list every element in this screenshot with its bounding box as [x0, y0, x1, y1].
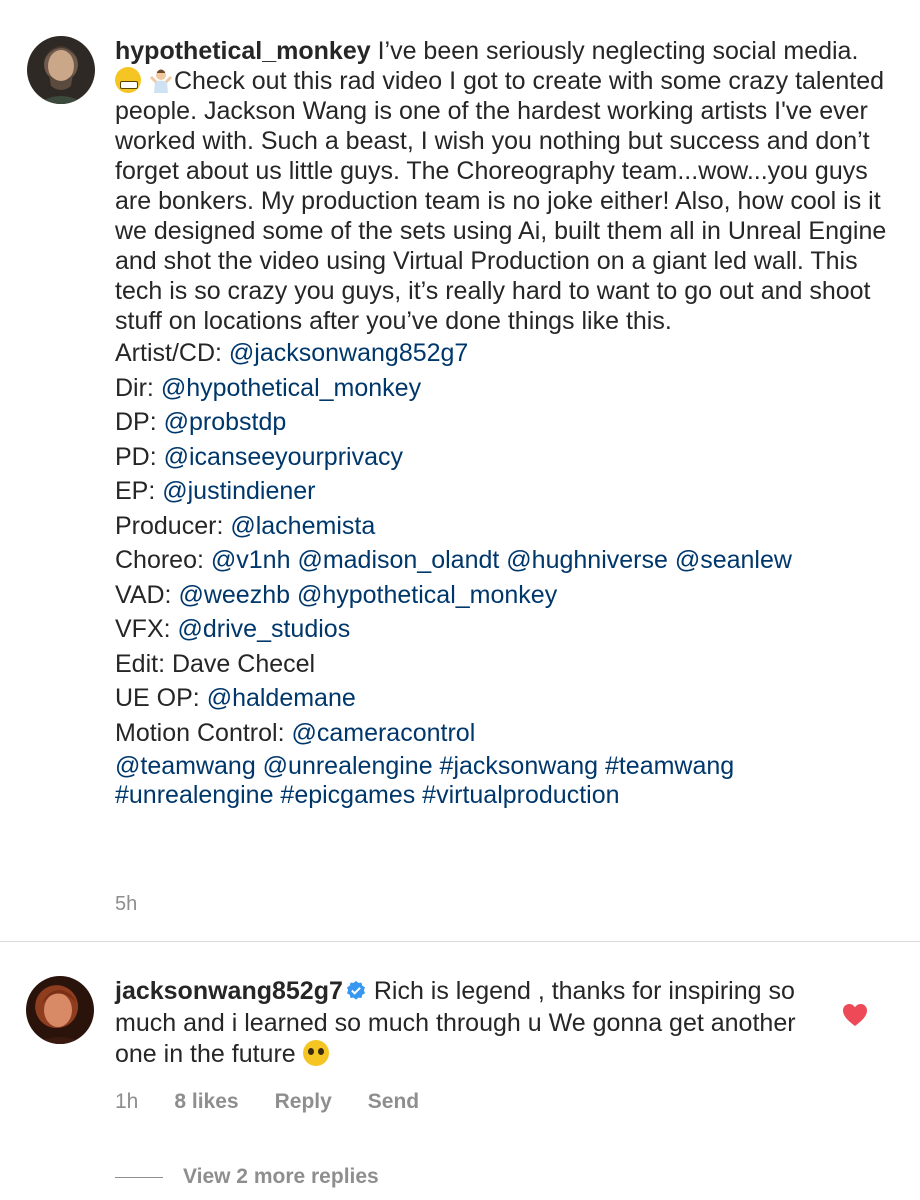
- credit-line: Dir: @hypothetical_monkey: [115, 371, 890, 406]
- credit-handle-link[interactable]: @hypothetical_monkey: [297, 581, 557, 609]
- credit-label: EP:: [115, 477, 163, 505]
- credit-line: VFX: @drive_studios: [115, 612, 890, 647]
- more-replies-line: [115, 1176, 163, 1178]
- reply-author-username[interactable]: jacksonwang852g7: [115, 977, 343, 1005]
- divider: [0, 941, 920, 942]
- credit-handle-link[interactable]: @haldemane: [207, 684, 356, 712]
- credit-label: VFX:: [115, 615, 178, 643]
- send-button[interactable]: Send: [368, 1087, 419, 1117]
- tags-line-2[interactable]: #unrealengine #epicgames #virtualproduct…: [115, 781, 620, 809]
- credit-label: Edit: Dave Checel: [115, 649, 316, 678]
- credit-line: Choreo: @v1nh @madison_olandt @hughniver…: [115, 543, 890, 578]
- credit-label: UE OP:: [115, 684, 207, 712]
- credit-label: Dir:: [115, 373, 161, 402]
- reply-timestamp: 1h: [115, 1090, 139, 1113]
- reply-comment: jacksonwang852g7 Rich is legend , thanks…: [115, 976, 835, 1071]
- credit-line: VAD: @weezhb @hypothetical_monkey: [115, 578, 890, 613]
- credit-line: Producer: @lachemista: [115, 509, 890, 544]
- credit-handle-link[interactable]: @hughniverse: [506, 546, 668, 574]
- credit-label: Artist/CD:: [115, 339, 229, 367]
- grimacing-face-emoji-icon: [115, 67, 141, 93]
- pleading-face-emoji-icon: [302, 1040, 329, 1066]
- reply-actions: 1h 8 likes Reply Send: [115, 1087, 455, 1117]
- post-timestamp: 5h: [115, 893, 138, 915]
- credit-label: VAD:: [115, 580, 179, 609]
- credit-handle-link[interactable]: @seanlew: [675, 546, 792, 574]
- credit-handle-link[interactable]: @jacksonwang852g7: [229, 339, 468, 367]
- credit-line: UE OP: @haldemane: [115, 681, 890, 716]
- credit-handle-link[interactable]: @drive_studios: [178, 615, 351, 643]
- hashtags-block: @teamwang @unrealengine #jacksonwang #te…: [115, 752, 890, 810]
- post-author-username[interactable]: hypothetical_monkey: [115, 37, 371, 65]
- credit-line: PD: @icanseeyourprivacy: [115, 440, 890, 475]
- credit-label: DP:: [115, 408, 164, 436]
- credit-handle-link[interactable]: @v1nh: [211, 546, 291, 574]
- post-caption: hypothetical_monkey I’ve been seriously …: [115, 36, 890, 810]
- reply-likes-count[interactable]: 8 likes: [174, 1087, 238, 1117]
- credit-line: DP: @probstdp: [115, 405, 890, 440]
- credit-handle-link[interactable]: @cameracontrol: [291, 719, 475, 747]
- verified-badge-icon: [345, 979, 367, 1001]
- credit-line: Artist/CD: @jacksonwang852g7: [115, 336, 890, 371]
- credit-line: Motion Control: @cameracontrol: [115, 716, 890, 751]
- reply-button[interactable]: Reply: [275, 1087, 332, 1117]
- credit-handle-link[interactable]: @hypothetical_monkey: [161, 374, 421, 402]
- credit-handle-link[interactable]: @weezhb: [178, 581, 290, 609]
- credit-label: Motion Control:: [115, 718, 292, 747]
- tags-line-1[interactable]: @teamwang @unrealengine #jacksonwang #te…: [115, 752, 734, 780]
- credit-label: Producer:: [115, 511, 231, 540]
- view-more-replies-label[interactable]: View 2 more replies: [183, 1162, 379, 1192]
- person-shrugging-emoji-icon: [148, 67, 174, 93]
- caption-text-body: Check out this rad video I got to create…: [115, 67, 887, 335]
- reply-author-avatar[interactable]: [26, 976, 94, 1044]
- credit-label: PD:: [115, 442, 164, 471]
- credit-handle-link[interactable]: @madison_olandt: [297, 546, 499, 574]
- credit-line: EP: @justindiener: [115, 474, 890, 509]
- view-more-replies[interactable]: View 2 more replies: [115, 1162, 379, 1192]
- credit-handle-link[interactable]: @icanseeyourprivacy: [164, 443, 403, 471]
- heart-icon[interactable]: [842, 1003, 868, 1027]
- credit-label: Choreo:: [115, 546, 211, 574]
- credit-line: Edit: Dave Checel: [115, 647, 890, 682]
- credit-handle-link[interactable]: @lachemista: [230, 512, 375, 540]
- credit-handle-link[interactable]: @justindiener: [162, 477, 315, 505]
- caption-text-intro: I’ve been seriously neglecting social me…: [370, 37, 859, 65]
- post-author-avatar[interactable]: [27, 36, 95, 104]
- credit-handle-link[interactable]: @probstdp: [164, 408, 287, 436]
- credits-list: Artist/CD: @jacksonwang852g7 Dir: @hypoth…: [115, 336, 890, 750]
